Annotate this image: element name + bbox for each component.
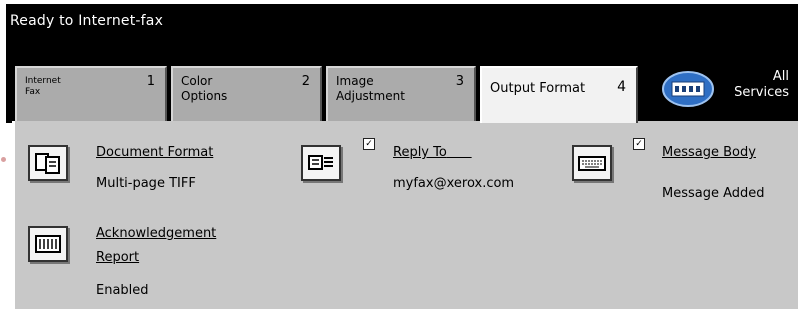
- document-format-button[interactable]: [28, 145, 68, 181]
- keypad-icon: [662, 71, 714, 107]
- indicator-dot: [1, 157, 6, 162]
- keyboard-icon: [578, 156, 606, 171]
- reply-to-checkbox[interactable]: ✓: [363, 138, 375, 150]
- reply-to-icon: [308, 155, 333, 170]
- message-body-checkbox[interactable]: ✓: [633, 138, 645, 150]
- report-icon: [35, 235, 61, 253]
- message-body-value: Message Added: [662, 186, 765, 201]
- tab-label: Internet Fax: [25, 76, 61, 97]
- reply-to-value: myfax@xerox.com: [393, 176, 515, 191]
- document-format-link[interactable]: Document Format: [96, 145, 213, 160]
- internet-fax-screen: Ready to Internet-fax Internet Fax 1 Colo…: [0, 0, 798, 309]
- all-services-label: All Services: [734, 69, 789, 100]
- tab-number: 4: [617, 79, 626, 95]
- status-message: Ready to Internet-fax: [10, 13, 164, 29]
- tab-number: 1: [146, 74, 155, 89]
- reply-to-button[interactable]: [301, 145, 341, 181]
- tab-image-adjustment[interactable]: Image Adjustment 3: [326, 66, 476, 121]
- tab-output-format[interactable]: Output Format 4: [480, 66, 638, 123]
- tab-color-options[interactable]: Color Options 2: [171, 66, 322, 121]
- acknowledgement-report-link-line1[interactable]: Acknowledgement: [96, 226, 216, 241]
- tab-label: Image Adjustment: [336, 74, 405, 103]
- message-body-link[interactable]: Message Body: [662, 145, 756, 160]
- acknowledgement-report-link-line2[interactable]: Report: [96, 250, 139, 265]
- tab-number: 3: [455, 74, 464, 89]
- document-format-icon: [35, 153, 60, 174]
- acknowledgement-report-button[interactable]: [28, 226, 68, 262]
- tab-label: Color Options: [181, 74, 228, 103]
- acknowledgement-report-value: Enabled: [96, 283, 149, 298]
- all-services-button[interactable]: All Services: [655, 66, 795, 113]
- tab-internet-fax[interactable]: Internet Fax 1: [15, 66, 167, 121]
- reply-to-link[interactable]: Reply To: [393, 145, 483, 160]
- message-body-button[interactable]: [572, 145, 612, 181]
- tab-label: Output Format: [490, 81, 586, 96]
- document-format-value: Multi-page TIFF: [96, 176, 196, 191]
- tab-number: 2: [301, 74, 310, 89]
